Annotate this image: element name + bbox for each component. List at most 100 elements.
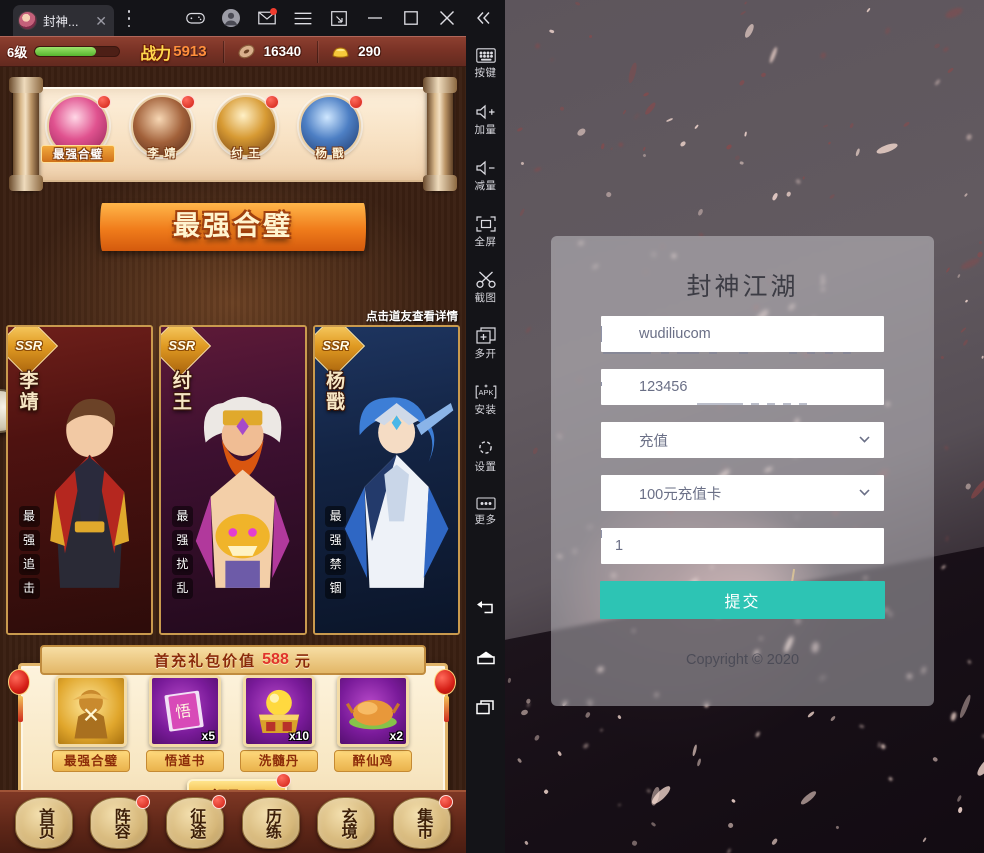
petal-decoration (642, 91, 650, 97)
maximize-icon[interactable] (393, 0, 429, 36)
character-card[interactable]: SSR 杨戬最强禁锢 (312, 325, 460, 635)
hero-avatar[interactable]: 最强合璧 (41, 95, 115, 163)
chevron-down-icon (859, 489, 870, 496)
gamepad-icon[interactable] (177, 0, 213, 36)
close-icon[interactable] (429, 0, 465, 36)
action-select[interactable]: 充值 (601, 422, 884, 458)
level-segment[interactable]: 6级 (0, 37, 121, 66)
menu-icon[interactable] (285, 0, 321, 36)
scissors-icon (475, 271, 496, 288)
bottom-nav-item[interactable]: 集市 (393, 794, 454, 849)
character-name-label: 杨戬 (326, 371, 346, 414)
sidebar-item-multi-instance[interactable]: 多开 (466, 316, 505, 372)
home-icon[interactable] (466, 632, 505, 682)
gift-item[interactable]: 最强合璧 (50, 675, 132, 772)
petal-decoration (962, 338, 969, 347)
petal-decoration (531, 447, 539, 455)
claim-badge-dot (276, 773, 291, 788)
hero-avatar[interactable]: 纣 王 (215, 95, 279, 160)
character-tag-list: 最强禁锢 (324, 506, 348, 599)
petal-decoration (965, 133, 972, 141)
account-icon[interactable] (213, 0, 249, 36)
gift-item[interactable]: x2 醉仙鸡 (332, 675, 414, 772)
gift-item-name: 洗髓丹 (240, 750, 318, 772)
mail-icon[interactable] (249, 0, 285, 36)
action-select-value: 充值 (639, 433, 668, 450)
currency-silver-segment[interactable]: 16340 (224, 37, 301, 66)
petal-decoration (643, 100, 658, 116)
resize-icon[interactable] (321, 0, 357, 36)
nav-badge-dot (212, 794, 227, 809)
gift-header: 首充礼包价值 588 元 (40, 645, 426, 675)
sidebar-item-volume-down[interactable]: 减量 (466, 148, 505, 204)
game-status-bar: 6级 战力 5913 16340 290 (0, 36, 466, 67)
petal-decoration (933, 78, 941, 86)
petal-decoration (626, 61, 638, 84)
quantity-caret (601, 530, 602, 538)
gift-item[interactable]: 悟 x5 悟道书 (144, 675, 226, 772)
product-select[interactable]: 100元充值卡 (601, 475, 884, 511)
gift-item[interactable]: x10 洗髓丹 (238, 675, 320, 772)
hero-avatar[interactable]: 李 靖 (131, 95, 195, 160)
power-segment[interactable]: 战力 5913 (120, 37, 206, 66)
character-tag: 禁 (325, 554, 347, 575)
mail-badge-dot (270, 8, 277, 15)
sidebar-item-label: 更多 (474, 514, 497, 526)
character-name-label: 纣王 (172, 371, 192, 414)
game-viewport[interactable]: 最强合璧李 靖纣 王杨 戬 最强合璧 点击道友查看详情 SSR 李靖最强追击 SSR… (0, 67, 466, 853)
petal-decoration (767, 46, 778, 64)
collapse-icon[interactable] (465, 0, 501, 36)
bottom-nav-item[interactable]: 阵容 (90, 794, 151, 849)
minimize-icon[interactable] (357, 0, 393, 36)
bg-artifact-3 (677, 352, 699, 354)
hero-avatar[interactable]: 杨 戬 (299, 95, 363, 160)
recents-icon[interactable] (466, 682, 505, 732)
recharge-form-card: 封神江湖 wudiliucom 123456 充值 100元充值卡 1 提交 C… (551, 236, 934, 706)
tab-title: 封神... (43, 15, 79, 29)
quantity-input[interactable]: 1 (601, 528, 884, 564)
sidebar-item-gear[interactable]: 设置 (466, 428, 505, 484)
bottom-nav-item[interactable]: 历练 (241, 796, 300, 849)
sidebar-item-apk-install[interactable]: APK 安装 (466, 372, 505, 428)
petal-decoration (945, 266, 950, 273)
tab-favicon-icon (18, 11, 37, 30)
level-label: 6级 (7, 45, 28, 60)
hero-badge-dot (97, 95, 111, 109)
character-tag: 强 (325, 530, 347, 551)
petal-decoration (600, 143, 605, 150)
character-card[interactable]: SSR 纣王最强扰乱 (159, 325, 307, 635)
character-card[interactable]: SSR 李靖最强追击 (6, 325, 154, 635)
sidebar-item-scissors[interactable]: 截图 (466, 260, 505, 316)
hero-badge-dot (265, 95, 279, 109)
character-figure-icon (28, 351, 151, 633)
petal-decoration (744, 0, 748, 5)
bottom-nav-item[interactable]: 首页 (14, 796, 73, 849)
bottom-nav-item[interactable]: 征途 (166, 794, 227, 849)
password-caret (601, 382, 602, 386)
petal-decoration (822, 124, 829, 128)
sidebar-item-more[interactable]: 更多 (466, 484, 505, 540)
petal-decoration (771, 192, 779, 201)
petal-decoration (559, 106, 564, 112)
hero-avatar-row: 最强合璧 李 靖 纣 王 杨 戬 (41, 95, 419, 163)
browser-tab[interactable]: 封神... ✕ (13, 5, 114, 36)
sidebar-item-volume-up[interactable]: 加量 (466, 92, 505, 148)
gift-item-list: 最强合璧 悟 x5 悟道书 x10 洗髓丹 x2 醉仙鸡 (50, 675, 420, 772)
bottom-nav-item[interactable]: 玄境 (317, 796, 376, 849)
submit-button[interactable]: 提交 (600, 581, 885, 619)
petal-decoration (968, 477, 984, 501)
petal-decoration (827, 141, 832, 146)
tab-overflow-menu-icon[interactable] (122, 10, 136, 27)
currency-gold-segment[interactable]: 290 (318, 37, 381, 66)
sidebar-item-fullscreen[interactable]: 全屏 (466, 204, 505, 260)
account-input[interactable]: wudiliucom (601, 316, 884, 352)
sidebar-item-keyboard[interactable]: 按键 (466, 36, 505, 92)
password-input[interactable]: 123456 (601, 369, 884, 405)
back-icon[interactable] (466, 582, 505, 632)
petal-decoration (734, 155, 741, 162)
petal-decoration (959, 255, 982, 272)
svg-text:悟: 悟 (174, 702, 192, 722)
lantern-left-icon (8, 669, 32, 727)
petal-decoration (939, 355, 945, 360)
tab-close-icon[interactable]: ✕ (93, 14, 109, 28)
